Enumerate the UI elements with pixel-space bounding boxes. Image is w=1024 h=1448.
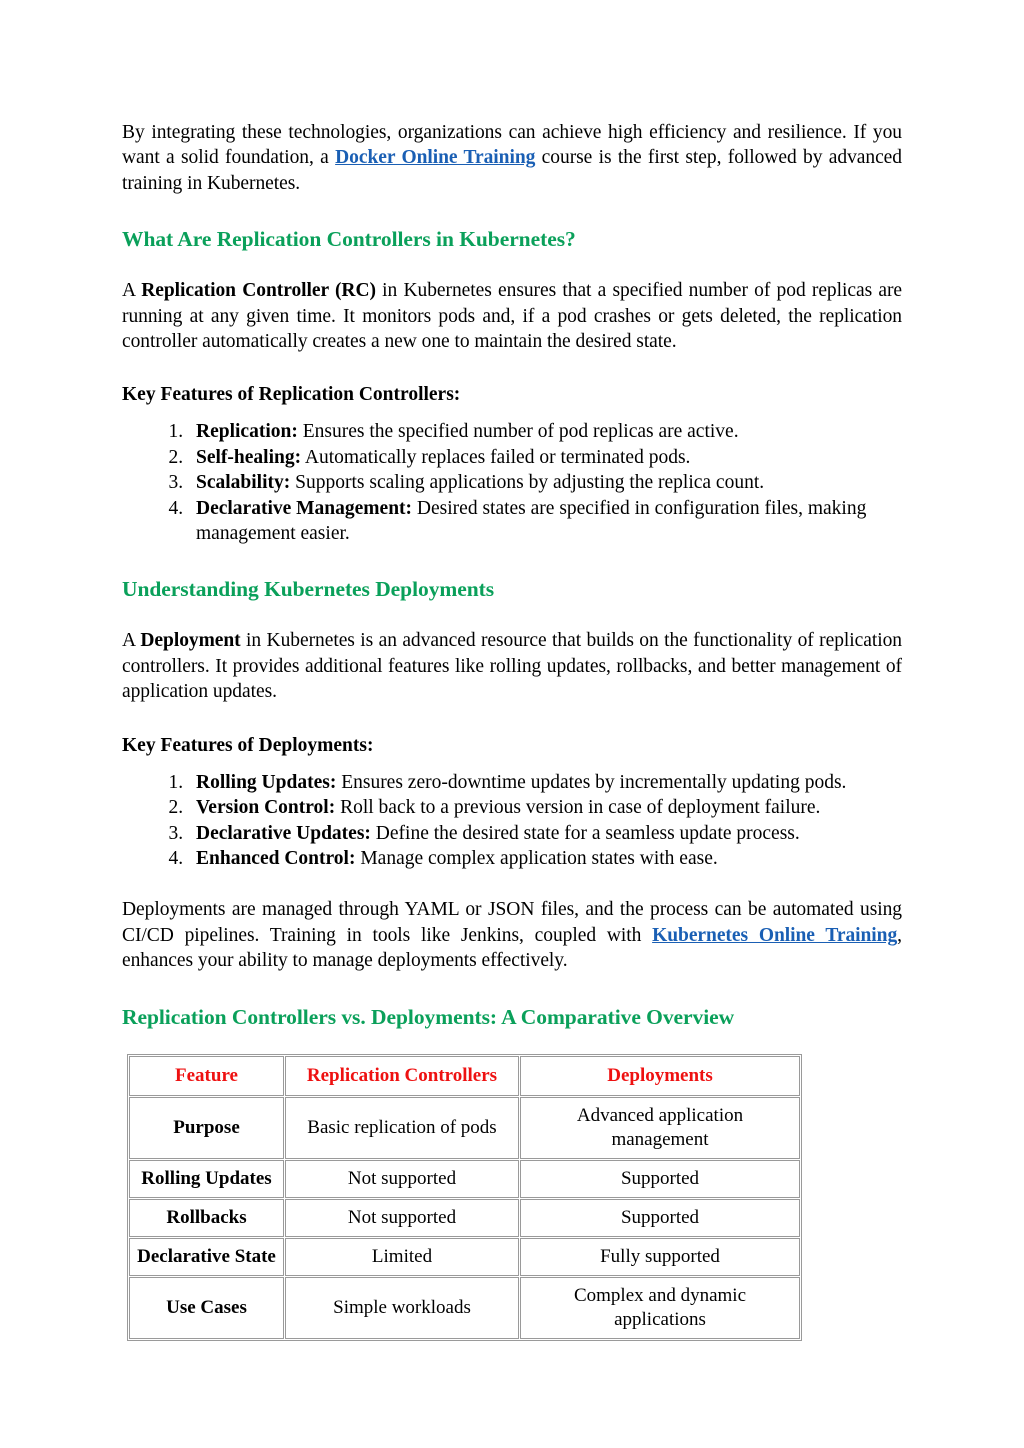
- rc-paragraph-bold-term: Replication Controller (RC): [141, 280, 376, 302]
- deployment-closing-paragraph: Deployments are managed through YAML or …: [122, 897, 902, 973]
- comparison-table: Feature Replication Controllers Deployme…: [127, 1053, 802, 1341]
- list-item-text: Define the desired state for a seamless …: [370, 822, 800, 844]
- table-row: Use Cases Simple workloads Complex and d…: [129, 1276, 800, 1339]
- table-cell-deployment: Fully supported: [520, 1237, 800, 1276]
- table-cell-rc: Basic replication of pods: [285, 1096, 519, 1159]
- table-cell-rc: Not supported: [285, 1198, 519, 1237]
- list-item: Self-healing: Automatically replaces fai…: [188, 445, 902, 470]
- document-content: By integrating these technologies, organ…: [122, 120, 902, 1341]
- list-item-term: Version Control:: [196, 797, 336, 819]
- list-item-term: Declarative Management:: [196, 497, 413, 519]
- replication-controller-paragraph: A Replication Controller (RC) in Kuberne…: [122, 278, 902, 354]
- table-row: Purpose Basic replication of pods Advanc…: [129, 1096, 800, 1159]
- table-cell-deployment: Advanced application management: [520, 1096, 800, 1159]
- list-item-text: Automatically replaces failed or termina…: [301, 446, 691, 468]
- list-item: Declarative Management: Desired states a…: [188, 496, 902, 547]
- table-cell-rc: Limited: [285, 1237, 519, 1276]
- list-item-term: Enhanced Control:: [196, 847, 356, 869]
- list-item-term: Rolling Updates:: [196, 771, 337, 793]
- table-header-cell: Deployments: [520, 1055, 800, 1096]
- list-item: Scalability: Supports scaling applicatio…: [188, 470, 902, 495]
- deployment-key-features-list: Rolling Updates: Ensures zero-downtime u…: [122, 770, 902, 872]
- list-item-text: Supports scaling applications by adjusti…: [290, 472, 765, 494]
- document-page: By integrating these technologies, organ…: [0, 0, 1024, 1448]
- list-item-text: Ensures the specified number of pod repl…: [297, 421, 739, 443]
- list-item-term: Replication:: [196, 421, 298, 443]
- heading-replication-controllers: What Are Replication Controllers in Kube…: [122, 227, 576, 252]
- table-cell-deployment: Complex and dynamic applications: [520, 1276, 800, 1339]
- rc-paragraph-lead: A: [122, 280, 142, 302]
- rc-key-features-list: Replication: Ensures the specified numbe…: [122, 419, 902, 546]
- deployment-paragraph: A Deployment in Kubernetes is an advance…: [122, 628, 902, 704]
- list-item: Declarative Updates: Define the desired …: [188, 821, 902, 846]
- intro-paragraph: By integrating these technologies, organ…: [122, 120, 902, 196]
- docker-online-training-link[interactable]: Docker Online Training: [335, 147, 535, 168]
- table-row: Rollbacks Not supported Supported: [129, 1198, 800, 1237]
- table-header-row: Feature Replication Controllers Deployme…: [129, 1055, 800, 1096]
- list-item-term: Declarative Updates:: [196, 822, 371, 844]
- list-item: Version Control: Roll back to a previous…: [188, 795, 902, 820]
- list-item-term: Self-healing:: [196, 446, 302, 468]
- heading-kubernetes-deployments: Understanding Kubernetes Deployments: [122, 577, 495, 602]
- list-item-text: Ensures zero-downtime updates by increme…: [336, 771, 847, 793]
- table-cell-deployment: Supported: [520, 1159, 800, 1198]
- table-cell-feature: Use Cases: [129, 1276, 284, 1339]
- rc-key-features-heading: Key Features of Replication Controllers:: [122, 384, 461, 406]
- table-header-cell: Replication Controllers: [285, 1055, 519, 1096]
- table-row: Rolling Updates Not supported Supported: [129, 1159, 800, 1198]
- kubernetes-online-training-link[interactable]: Kubernetes Online Training: [652, 925, 897, 946]
- table-cell-feature: Rollbacks: [129, 1198, 284, 1237]
- table-cell-feature: Rolling Updates: [129, 1159, 284, 1198]
- list-item: Replication: Ensures the specified numbe…: [188, 419, 902, 444]
- list-item: Rolling Updates: Ensures zero-downtime u…: [188, 770, 902, 795]
- deploy-paragraph-bold-term: Deployment: [140, 630, 241, 652]
- list-item-text: Manage complex application states with e…: [355, 847, 718, 869]
- table-row: Declarative State Limited Fully supporte…: [129, 1237, 800, 1276]
- deploy-paragraph-lead: A: [122, 630, 141, 652]
- table-cell-deployment: Supported: [520, 1198, 800, 1237]
- table-cell-feature: Declarative State: [129, 1237, 284, 1276]
- table-cell-feature: Purpose: [129, 1096, 284, 1159]
- deployment-key-features-heading: Key Features of Deployments:: [122, 734, 374, 756]
- table-header-cell: Feature: [129, 1055, 284, 1096]
- heading-comparative-overview: Replication Controllers vs. Deployments:…: [122, 1004, 735, 1029]
- list-item-term: Scalability:: [196, 472, 291, 494]
- comparison-table-wrapper: Feature Replication Controllers Deployme…: [122, 1053, 902, 1341]
- table-cell-rc: Not supported: [285, 1159, 519, 1198]
- list-item-text: Roll back to a previous version in case …: [335, 797, 821, 819]
- list-item: Enhanced Control: Manage complex applica…: [188, 846, 902, 871]
- table-cell-rc: Simple workloads: [285, 1276, 519, 1339]
